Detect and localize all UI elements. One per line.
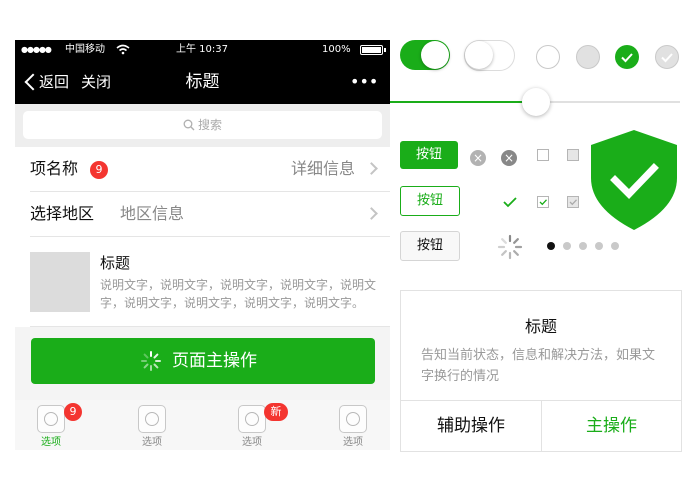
dialog-title: 标题 [524, 317, 557, 336]
more-icon[interactable]: ••• [350, 60, 378, 104]
check-icon [661, 53, 673, 63]
slider-thumb[interactable] [522, 88, 550, 116]
switch-knob [421, 41, 449, 69]
checkbox-disabled[interactable] [567, 149, 579, 161]
page-dot[interactable] [595, 242, 603, 250]
tab-icon [238, 405, 266, 433]
media-list-item[interactable]: 标题 说明文字，说明文字，说明文字，说明文字，说明文字，说明文字，说明文字，说明… [15, 237, 390, 327]
cell-label: 项名称 [30, 159, 79, 178]
loading-icon [141, 351, 161, 371]
switch-off[interactable] [464, 40, 515, 71]
slider-track [536, 101, 680, 103]
clear-icon[interactable]: × [501, 150, 517, 166]
carrier-label: 中国移动 [65, 44, 105, 55]
tab-badge: 新 [264, 403, 288, 421]
tab-item[interactable]: 新 选项 [222, 400, 288, 450]
check-icon [539, 199, 547, 206]
search-placeholder: 搜索 [197, 118, 222, 132]
search-icon [183, 119, 195, 131]
check-icon [569, 199, 577, 206]
tab-label: 选项 [343, 437, 363, 448]
divider [30, 326, 390, 327]
cell-detail: 详细信息 [290, 159, 355, 178]
cell-value: 地区信息 [120, 204, 185, 223]
check-icon [503, 197, 517, 208]
tab-icon [138, 405, 166, 433]
battery-icon [360, 45, 386, 55]
chevron-right-icon [365, 207, 378, 220]
dialog-message: 告知当前状态，信息和解决方法，如果文字换行的情况 [421, 348, 656, 384]
status-bar: ●●●●● 中国移动 上午 10:37 100% [15, 40, 390, 60]
nav-bar: 返回 关闭 标题 ••• [15, 60, 390, 104]
wifi-icon [116, 44, 130, 55]
checkbox-empty[interactable] [537, 149, 549, 161]
signal-icon: ●●●●● [21, 45, 52, 54]
media-title: 标题 [100, 254, 131, 272]
check-icon [621, 53, 633, 63]
primary-action-button[interactable]: 页面主操作 [31, 338, 375, 384]
page-title: 标题 [185, 72, 220, 92]
phone-frame: ●●●●● 中国移动 上午 10:37 100% 返回 关闭 标题 ••• 搜索 [15, 40, 390, 450]
tab-badge: 9 [64, 403, 82, 421]
radio-checked[interactable] [615, 45, 639, 69]
mini-button-default[interactable]: 按钮 [400, 231, 460, 261]
battery-percent: 100% [322, 44, 351, 55]
search-input[interactable]: 搜索 [23, 111, 382, 139]
cell-label: 选择地区 [30, 204, 95, 223]
cell-group: 项名称 9 详细信息 选择地区 地区信息 标题 说明文字，说明文字，说明文字，说… [15, 147, 390, 327]
radio-disabled[interactable] [576, 45, 600, 69]
dialog: 标题 告知当前状态，信息和解决方法，如果文字换行的情况 辅助操作 主操作 [400, 290, 682, 452]
dialog-secondary-button[interactable]: 辅助操作 [401, 401, 541, 451]
checkbox-checked-disabled[interactable] [567, 196, 579, 208]
loading-icon [497, 234, 523, 260]
page-dot[interactable] [563, 242, 571, 250]
tab-item[interactable]: 选项 [122, 400, 182, 450]
checkbox-checked[interactable] [537, 196, 549, 208]
tab-icon [339, 405, 367, 433]
list-item-region[interactable]: 选择地区 地区信息 [15, 192, 390, 236]
switch-knob [465, 41, 493, 69]
mini-button-primary[interactable]: 按钮 [400, 141, 458, 169]
tab-bar: 9 选项 选项 新 选项 选项 [15, 400, 390, 450]
chevron-right-icon [365, 162, 378, 175]
page-dot[interactable] [611, 242, 619, 250]
dialog-primary-button[interactable]: 主操作 [542, 401, 681, 451]
thumbnail [30, 252, 90, 312]
radio-empty[interactable] [536, 45, 560, 69]
tab-label: 选项 [142, 437, 162, 448]
mini-button-plain[interactable]: 按钮 [400, 186, 460, 216]
shield-check-icon [591, 130, 677, 230]
tab-icon [37, 405, 65, 433]
tab-label: 选项 [41, 437, 61, 448]
radio-checked-disabled[interactable] [655, 45, 679, 69]
tab-label: 选项 [242, 437, 262, 448]
page-dot-active[interactable] [547, 242, 555, 250]
tab-item[interactable]: 9 选项 [21, 400, 82, 450]
count-badge: 9 [90, 161, 108, 179]
media-desc: 说明文字，说明文字，说明文字，说明文字，说明文字，说明文字，说明文字，说明文字，… [100, 278, 377, 310]
list-item-detail[interactable]: 项名称 9 详细信息 [15, 147, 390, 191]
tab-item[interactable]: 选项 [323, 400, 383, 450]
page-dot[interactable] [579, 242, 587, 250]
search-bar: 搜索 [15, 104, 390, 147]
status-time: 上午 10:37 [176, 44, 228, 55]
slider-track-filled [390, 101, 536, 103]
clear-icon[interactable]: × [470, 150, 486, 166]
switch-on[interactable] [400, 40, 450, 70]
primary-action-label: 页面主操作 [172, 351, 257, 371]
